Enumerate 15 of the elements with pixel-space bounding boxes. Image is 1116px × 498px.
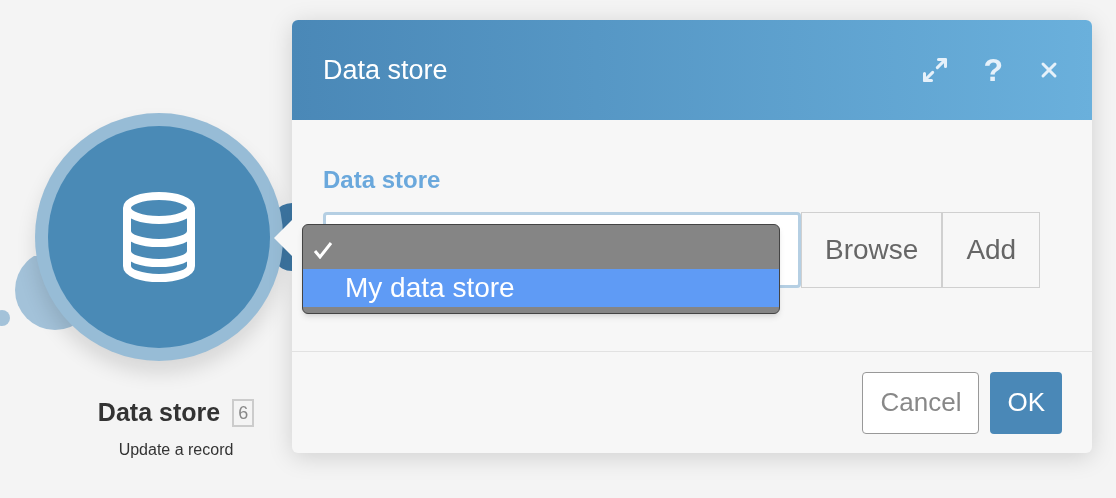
module-number: 6 xyxy=(232,398,255,427)
menu-item-label: My data store xyxy=(345,271,515,305)
ok-button[interactable]: OK xyxy=(990,371,1062,434)
field-label: Data store xyxy=(323,165,442,195)
module-title: Data store xyxy=(97,397,221,428)
field-button[interactable]: Add xyxy=(942,212,1041,288)
cancel-button[interactable]: Cancel xyxy=(862,371,980,434)
menu-item[interactable]: My data store xyxy=(303,269,779,307)
dialog-title: Data store xyxy=(323,53,449,87)
check-icon xyxy=(313,241,333,259)
database-icon xyxy=(122,191,196,283)
field-button[interactable]: Browse xyxy=(801,212,943,288)
expand-icon[interactable] xyxy=(921,56,950,84)
help-button[interactable]: ? xyxy=(983,54,1003,86)
module-subtitle: Update a record xyxy=(118,439,234,460)
